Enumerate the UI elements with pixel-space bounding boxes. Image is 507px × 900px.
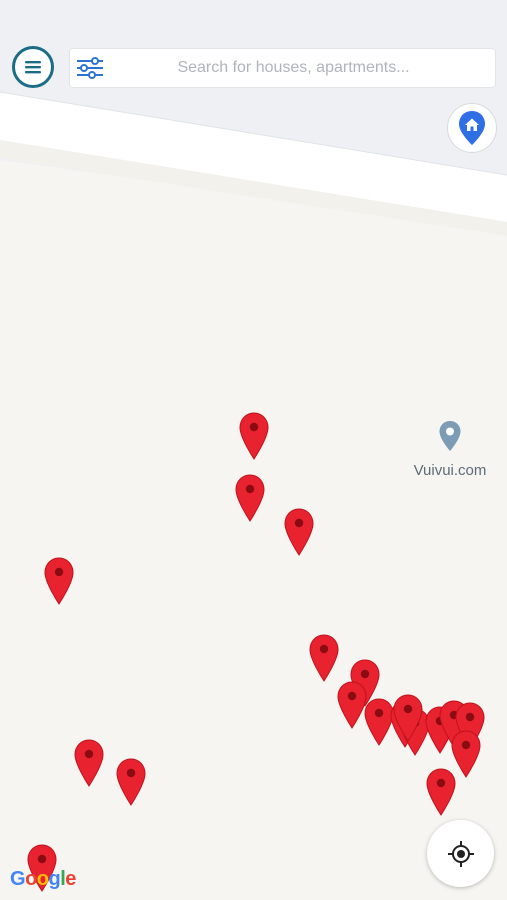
map-pin-icon xyxy=(337,681,367,729)
filter-sliders-icon[interactable] xyxy=(74,56,106,80)
map-marker[interactable] xyxy=(393,694,423,742)
map-pin-icon xyxy=(426,768,456,816)
map-marker[interactable] xyxy=(44,557,74,605)
search-bar[interactable]: Search for houses, apartments... xyxy=(69,48,496,88)
google-logo-letter: G xyxy=(10,868,26,890)
map-marker[interactable] xyxy=(284,508,314,556)
map-marker[interactable] xyxy=(337,681,367,729)
map-pin-icon xyxy=(309,634,339,682)
poi-vuivui[interactable]: Vuivui.com xyxy=(400,420,500,484)
google-logo-letter: g xyxy=(48,868,61,890)
google-logo: Google xyxy=(10,868,76,891)
map-marker[interactable] xyxy=(74,739,104,787)
map-marker[interactable] xyxy=(309,634,339,682)
hamburger-icon xyxy=(25,61,41,74)
menu-button[interactable] xyxy=(12,46,54,88)
home-location-button[interactable] xyxy=(447,103,497,153)
google-logo-letter: o xyxy=(25,868,37,890)
map-pin-icon xyxy=(284,508,314,556)
map-marker[interactable] xyxy=(426,768,456,816)
top-bar: Search for houses, apartments... xyxy=(0,0,507,100)
map-pin-icon xyxy=(239,412,269,460)
map-pin-icon xyxy=(393,694,423,742)
home-pin-icon xyxy=(459,111,485,145)
map-pin-icon xyxy=(116,758,146,806)
map-marker[interactable] xyxy=(235,474,265,522)
google-logo-letter: e xyxy=(65,868,76,890)
map-pin-icon xyxy=(235,474,265,522)
map-marker[interactable] xyxy=(116,758,146,806)
poi-pin-icon xyxy=(439,421,461,451)
google-logo-letter: o xyxy=(36,868,49,890)
map-marker[interactable] xyxy=(239,412,269,460)
my-location-button[interactable] xyxy=(427,820,494,887)
crosshair-icon xyxy=(447,840,474,867)
poi-label: Vuivui.com xyxy=(413,462,487,479)
search-input[interactable]: Search for houses, apartments... xyxy=(112,59,495,77)
map-pin-icon xyxy=(44,557,74,605)
map-pin-icon xyxy=(74,739,104,787)
